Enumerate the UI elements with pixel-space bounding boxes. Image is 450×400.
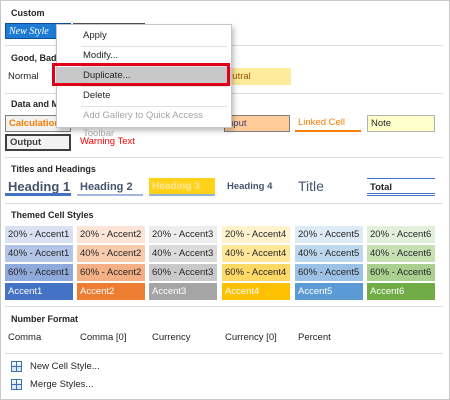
style-output[interactable]: Output	[5, 134, 71, 151]
style-normal[interactable]: Normal	[5, 68, 55, 85]
merge-styles-command[interactable]: Merge Styles...	[11, 376, 93, 392]
section-title-number-format: Number Format	[11, 314, 79, 324]
style-heading-2[interactable]: Heading 2	[77, 178, 143, 196]
style-currency[interactable]: Currency	[149, 330, 215, 346]
style-20-accent2[interactable]: 20% - Accent2	[77, 226, 145, 243]
style-comma-0[interactable]: Comma [0]	[77, 330, 143, 346]
style-accent5[interactable]: Accent5	[295, 283, 363, 300]
style-title[interactable]: Title	[295, 176, 361, 196]
new-cell-style-label: New Cell Style...	[30, 360, 100, 372]
separator	[5, 306, 443, 307]
style-60-accent2[interactable]: 60% - Accent2	[77, 264, 145, 281]
style-accent6[interactable]: Accent6	[367, 283, 435, 300]
style-60-accent5[interactable]: 60% - Accent5	[295, 264, 363, 281]
menu-item-apply[interactable]: Apply	[57, 27, 231, 45]
menu-item-add-gallery-to-qat: Add Gallery to Quick Access Toolbar	[83, 110, 203, 139]
duplicate-highlight-box	[52, 63, 230, 86]
style-40-accent4[interactable]: 40% - Accent4	[222, 245, 290, 262]
menu-item-delete[interactable]: Delete	[57, 87, 231, 105]
style-percent[interactable]: Percent	[295, 330, 361, 346]
style-comma[interactable]: Comma	[5, 330, 71, 346]
style-60-accent1[interactable]: 60% - Accent1	[5, 264, 73, 281]
style-20-accent5[interactable]: 20% - Accent5	[295, 226, 363, 243]
separator	[5, 203, 443, 204]
merge-styles-label: Merge Styles...	[30, 378, 94, 390]
style-accent1[interactable]: Accent1	[5, 283, 73, 300]
style-20-accent6[interactable]: 20% - Accent6	[367, 226, 435, 243]
style-heading-1[interactable]: Heading 1	[5, 178, 71, 196]
style-heading-3[interactable]: Heading 3	[149, 178, 215, 196]
style-20-accent4[interactable]: 20% - Accent4	[222, 226, 290, 243]
new-cell-style-icon	[11, 360, 22, 372]
style-20-accent1[interactable]: 20% - Accent1	[5, 226, 73, 243]
section-title-titles-and-headings: Titles and Headings	[11, 164, 96, 174]
style-60-accent3[interactable]: 60% - Accent3	[149, 264, 217, 281]
style-60-accent4[interactable]: 60% - Accent4	[222, 264, 290, 281]
style-note[interactable]: Note	[367, 115, 435, 132]
section-title-custom: Custom	[11, 8, 45, 18]
style-neutral[interactable]: eutral	[224, 68, 291, 85]
style-20-accent3[interactable]: 20% - Accent3	[149, 226, 217, 243]
style-currency-0[interactable]: Currency [0]	[222, 330, 290, 346]
new-cell-style-command[interactable]: New Cell Style...	[11, 358, 100, 374]
style-heading-4[interactable]: Heading 4	[224, 178, 290, 196]
style-40-accent3[interactable]: 40% - Accent3	[149, 245, 217, 262]
style-total[interactable]: Total	[367, 178, 435, 196]
style-accent2[interactable]: Accent2	[77, 283, 145, 300]
separator	[5, 353, 443, 354]
style-accent4[interactable]: Accent4	[222, 283, 290, 300]
style-40-accent2[interactable]: 40% - Accent2	[77, 245, 145, 262]
style-60-accent6[interactable]: 60% - Accent6	[367, 264, 435, 281]
style-40-accent1[interactable]: 40% - Accent1	[5, 245, 73, 262]
style-linked-cell[interactable]: Linked Cell	[295, 115, 361, 132]
style-input[interactable]: nput	[224, 115, 290, 132]
separator	[5, 157, 443, 158]
style-accent3[interactable]: Accent3	[149, 283, 217, 300]
section-title-themed-cell-styles: Themed Cell Styles	[11, 210, 94, 220]
merge-styles-icon	[11, 378, 22, 390]
style-40-accent5[interactable]: 40% - Accent5	[295, 245, 363, 262]
style-40-accent6[interactable]: 40% - Accent6	[367, 245, 435, 262]
